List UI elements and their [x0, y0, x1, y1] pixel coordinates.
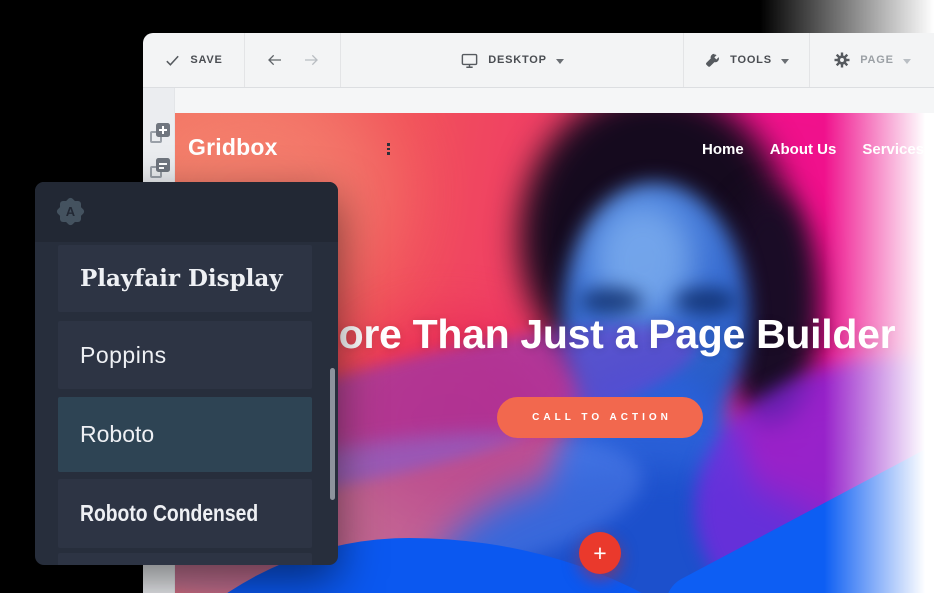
gear-icon: [833, 51, 851, 69]
hero-headline: More Than Just a Page Builder: [305, 311, 896, 358]
chevron-down-icon: [781, 59, 789, 64]
kebab-menu-icon[interactable]: [384, 140, 393, 158]
page-label: PAGE: [860, 54, 894, 66]
font-badge-letter: A: [57, 198, 84, 225]
builder-toolbar: SAVE DESKTOP TOOLS: [143, 33, 934, 88]
redo-arrow-icon[interactable]: [302, 52, 320, 68]
chevron-down-icon: [556, 59, 564, 64]
font-picker-panel: A Playfair Display Poppins Roboto Roboto…: [35, 182, 338, 565]
font-option-label: Roboto: [80, 421, 154, 448]
site-logo[interactable]: Gridbox: [188, 134, 278, 161]
tools-label: TOOLS: [730, 54, 772, 66]
device-label: DESKTOP: [488, 54, 547, 66]
add-section-button[interactable]: +: [579, 532, 621, 574]
font-option-label: Roboto Condensed: [80, 500, 258, 527]
site-nav: Home About Us Services: [702, 141, 924, 158]
font-option-poppins[interactable]: Poppins: [58, 321, 312, 389]
nav-item-services[interactable]: Services: [862, 141, 924, 158]
monitor-icon: [460, 51, 479, 70]
font-option-partial[interactable]: [58, 553, 312, 565]
device-dropdown[interactable]: DESKTOP: [340, 33, 683, 87]
call-to-action-button[interactable]: CALL TO ACTION: [497, 397, 703, 438]
font-option-roboto-selected[interactable]: Roboto: [58, 397, 312, 472]
panel-scrollbar[interactable]: [330, 368, 335, 500]
font-option-label: Poppins: [80, 342, 167, 369]
pages-list-icon[interactable]: [150, 158, 170, 178]
page-sheet-filled: [156, 123, 170, 137]
chevron-down-icon: [903, 59, 911, 64]
font-option-playfair-display[interactable]: Playfair Display: [58, 245, 312, 312]
check-icon: [164, 52, 181, 69]
font-option-label: Playfair Display: [80, 265, 283, 292]
canvas-top-strip: [175, 88, 934, 113]
font-panel-header: A: [35, 182, 338, 242]
save-label: SAVE: [190, 54, 222, 66]
undo-arrow-icon[interactable]: [266, 52, 284, 68]
nav-item-home[interactable]: Home: [702, 141, 744, 158]
save-button[interactable]: SAVE: [143, 33, 244, 87]
tools-dropdown[interactable]: TOOLS: [683, 33, 809, 87]
nav-item-about[interactable]: About Us: [770, 141, 837, 158]
add-page-icon[interactable]: [150, 123, 170, 143]
page-dropdown[interactable]: PAGE: [809, 33, 934, 87]
wrench-icon: [704, 52, 721, 69]
font-option-roboto-condensed[interactable]: Roboto Condensed: [58, 479, 312, 548]
history-controls: [244, 33, 340, 87]
font-badge-icon: A: [57, 198, 84, 225]
page-sheet-filled: [156, 158, 170, 172]
